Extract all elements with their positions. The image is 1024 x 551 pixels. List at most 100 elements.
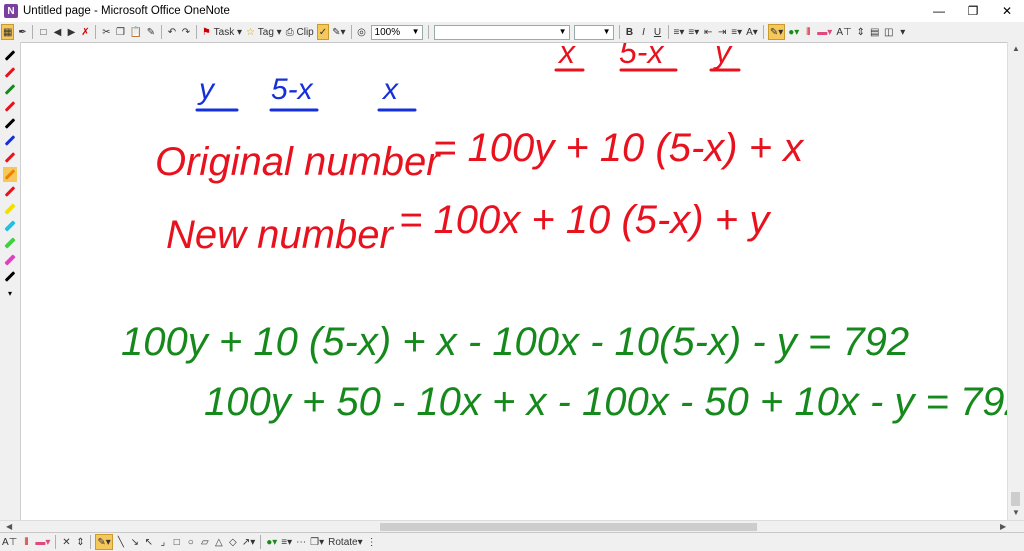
scroll-up-icon[interactable]: ▲	[1012, 44, 1020, 53]
diamond-tool-icon[interactable]: ◇	[227, 534, 239, 550]
equation-1: 100y + 10 (5-x) + x - 100x - 10(5-x) - y…	[121, 320, 909, 364]
more-options-icon[interactable]: ⋮	[366, 534, 378, 550]
format-painter-icon[interactable]: ✎	[145, 24, 157, 40]
pen-mode-icon[interactable]: ✒	[16, 24, 28, 40]
insert-space-icon[interactable]: ⇕	[74, 534, 86, 550]
fill-color-icon[interactable]: ●▾	[787, 24, 800, 40]
redo-icon[interactable]: ↷	[180, 24, 192, 40]
scroll-down-icon[interactable]: ▼	[1012, 508, 1020, 517]
align-icon[interactable]: ≡▾	[730, 24, 743, 40]
copy-icon[interactable]: ❐	[114, 24, 126, 40]
pen-red-icon[interactable]	[3, 99, 17, 114]
undo-icon[interactable]: ↶	[166, 24, 178, 40]
underline-button[interactable]: U	[652, 24, 664, 40]
forward-icon[interactable]: ▶	[65, 24, 77, 40]
vertical-scrollbar[interactable]: ▲ ▼	[1007, 42, 1024, 520]
minimize-button[interactable]: —	[922, 0, 956, 22]
ellipse-tool-icon[interactable]: ○	[185, 534, 197, 550]
back-icon[interactable]: ◀	[51, 24, 63, 40]
onenote-app-icon[interactable]: N	[4, 4, 18, 18]
pen-color-icon[interactable]: ✎▾	[767, 24, 786, 40]
lasso-icon[interactable]: ⦀	[802, 24, 814, 40]
pen-color-icon[interactable]: ✎▾	[95, 534, 113, 550]
paste-icon[interactable]: 📋	[128, 24, 142, 40]
pen-green-icon[interactable]	[3, 82, 17, 97]
ink-dot	[855, 393, 859, 397]
delete-icon[interactable]: ✗	[79, 24, 91, 40]
pen-orange-icon[interactable]	[3, 167, 17, 182]
page-view-icon[interactable]: ▦	[1, 24, 15, 40]
rectangle-tool-icon[interactable]: □	[171, 534, 183, 550]
star-icon: ☆	[246, 26, 255, 38]
panning-icon[interactable]: ✕	[60, 534, 72, 550]
eraser-icon[interactable]: ▬▾	[816, 24, 833, 40]
zoom-icon[interactable]: ◎	[356, 24, 368, 40]
font-select[interactable]: ▼	[433, 24, 570, 40]
parallelogram-tool-icon[interactable]: ▱	[199, 534, 211, 550]
chevron-down-icon: ▼	[558, 26, 567, 36]
eraser-icon[interactable]: ▬▾	[34, 534, 51, 550]
highlighter-yellow-icon[interactable]	[3, 201, 17, 216]
chevron-down-icon: ▼	[411, 26, 420, 36]
axis-icon[interactable]: ⌟	[157, 534, 169, 550]
ink-label-5-minus-x: 5-x	[271, 73, 314, 106]
note-canvas[interactable]: x 5-x y y 5-x x Original number = 100y +…	[21, 43, 1008, 519]
pen-palette: ▾	[0, 42, 21, 520]
pen-red-icon[interactable]	[3, 150, 17, 165]
vertical-scroll-thumb[interactable]	[1011, 492, 1020, 506]
bullets-icon[interactable]: ≡▾	[673, 24, 686, 40]
tag-button[interactable]: ☆ Tag ▾	[245, 24, 283, 40]
scroll-right-icon[interactable]: ▶	[1000, 522, 1006, 531]
pen-black-icon[interactable]	[3, 269, 17, 284]
font-color-icon[interactable]: A▾	[745, 24, 759, 40]
shape-color-icon[interactable]: ●▾	[265, 534, 278, 550]
new-number-expression: = 100x + 10 (5-x) + y	[399, 198, 772, 242]
bold-button[interactable]: B	[624, 24, 636, 40]
pen-blue-icon[interactable]	[3, 133, 17, 148]
arrange-icon[interactable]: ❐▾	[309, 534, 325, 550]
highlighter-magenta-icon[interactable]	[3, 252, 17, 267]
insert-space-icon[interactable]: ⇕	[855, 24, 867, 40]
palette-options-icon[interactable]: ▾	[3, 286, 17, 301]
clip-icon: ⎙	[285, 26, 294, 38]
new-page-icon[interactable]: □	[37, 24, 49, 40]
scroll-left-icon[interactable]: ◀	[6, 522, 12, 531]
ink-to-text-icon[interactable]: A⊤	[835, 24, 852, 40]
clip-button[interactable]: ⎙ Clip	[285, 24, 315, 40]
increase-indent-icon[interactable]: ⇥	[716, 24, 728, 40]
line-weight-icon[interactable]: ≡▾	[280, 534, 293, 550]
line-style-icon[interactable]: ⋯	[295, 534, 307, 550]
decrease-indent-icon[interactable]: ⇤	[702, 24, 714, 40]
rotate-button[interactable]: Rotate ▾	[327, 534, 364, 550]
numbering-icon[interactable]: ≡▾	[687, 24, 700, 40]
double-arrow-icon[interactable]: ↖	[143, 534, 155, 550]
triangle-tool-icon[interactable]: △	[213, 534, 225, 550]
pen-black-icon[interactable]	[3, 48, 17, 63]
highlighter-cyan-icon[interactable]	[3, 218, 17, 233]
pen-dropdown-icon[interactable]: ✎▾	[331, 24, 346, 40]
toolbar-separator	[667, 25, 669, 39]
italic-button[interactable]: I	[638, 24, 650, 40]
pen-red-icon[interactable]	[3, 65, 17, 80]
task-button[interactable]: ⚑ Task ▾	[201, 24, 243, 40]
ink-to-text-icon[interactable]: A⊤	[1, 534, 18, 550]
close-button[interactable]: ✕	[990, 0, 1024, 22]
shapes-dropdown-icon[interactable]: ↗▾	[241, 534, 256, 550]
toolbar-separator	[762, 25, 764, 39]
pen-red-icon[interactable]	[3, 184, 17, 199]
zoom-select[interactable]: 100% ▼	[370, 24, 423, 40]
ink-label-y: y	[197, 73, 216, 106]
notebook-icon[interactable]: ▤	[869, 24, 881, 40]
toolbar-options-icon[interactable]: ▾	[897, 24, 909, 40]
restore-button[interactable]: ❐	[956, 0, 990, 22]
arrow-line-icon[interactable]: ↘	[129, 534, 141, 550]
horizontal-scroll-thumb[interactable]	[380, 523, 757, 531]
pen-black-icon[interactable]	[3, 116, 17, 131]
sidebar-icon[interactable]: ◫	[883, 24, 895, 40]
lasso-icon[interactable]: ⦀	[20, 534, 32, 550]
cut-icon[interactable]: ✂	[100, 24, 112, 40]
font-size-select[interactable]: ▼	[573, 24, 614, 40]
line-tool-icon[interactable]: ╲	[115, 534, 127, 550]
highlighter-green-icon[interactable]	[3, 235, 17, 250]
ink-mode-icon[interactable]: ✓	[316, 24, 330, 40]
